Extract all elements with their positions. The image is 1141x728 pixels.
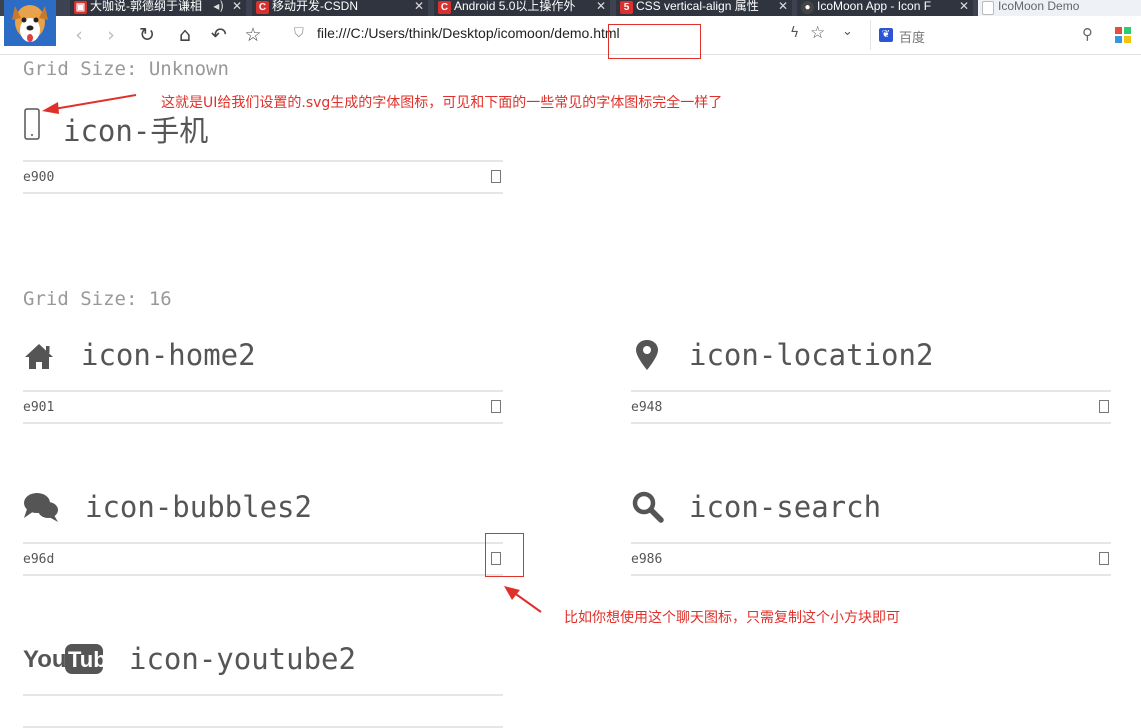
glyph-item: icon-home2 e901 — [23, 330, 503, 424]
dog-avatar-icon — [4, 0, 56, 46]
tab-android[interactable]: C Android 5.0以上操作外 ✕ — [434, 0, 610, 16]
glyph-code-row: e948 — [631, 390, 1111, 424]
lightning-icon[interactable]: ϟ — [790, 25, 799, 41]
refresh-button[interactable]: ↻ — [136, 24, 158, 46]
tab-icomoon-app[interactable]: ● IcoMoon App - Icon F ✕ — [797, 0, 973, 16]
shield-icon: ⛉ — [294, 26, 304, 41]
close-icon[interactable]: ✕ — [596, 0, 606, 13]
tab-dakashuo[interactable]: ▣ 大咖说-郭德纲于谦相 ◂) ✕ — [70, 0, 246, 16]
magnifier-icon — [631, 490, 665, 524]
glyph-item: icon-location2 e948 — [631, 330, 1111, 424]
annotation-arrow-icon — [504, 586, 542, 613]
glyph-code-row — [23, 694, 503, 728]
demo-content: Grid Size: Unknown icon-手机 e900 这就是UI给我们… — [0, 55, 1141, 728]
glyph-code-row: e96d — [23, 542, 503, 576]
csdn-icon: C — [438, 1, 451, 14]
location-pin-icon — [631, 338, 665, 372]
tab-css-vertical-align[interactable]: 5 CSS vertical-align 属性 ✕ — [616, 0, 792, 16]
avatar[interactable] — [4, 0, 56, 46]
glyph-code-row: e901 — [23, 390, 503, 424]
undo-button[interactable]: ↶ — [208, 24, 230, 46]
annotation-bottom: 比如你想使用这个聊天图标，只需复制这个小方块即可 — [564, 610, 900, 626]
glyph-item: You Tube icon-youtube2 — [23, 634, 503, 728]
bookmark-star-button[interactable]: ☆ — [242, 24, 264, 46]
grid-size-label: Grid Size: 16 — [23, 288, 172, 310]
glyph-item: icon-bubbles2 e96d — [23, 482, 503, 576]
search-icon[interactable]: ⚲ — [1082, 25, 1093, 43]
close-icon[interactable]: ✕ — [414, 0, 424, 13]
apps-grid-icon[interactable] — [1115, 27, 1131, 43]
youtube-logo-icon: You Tube — [23, 642, 119, 676]
svg-text:You: You — [23, 646, 67, 673]
close-icon[interactable]: ✕ — [959, 0, 969, 13]
copy-box-highlight — [485, 533, 524, 577]
w3-icon: 5 — [620, 1, 633, 14]
glyph-copy-box[interactable] — [1099, 552, 1109, 565]
glyph-code-row: e986 — [631, 542, 1111, 576]
page-icon — [982, 1, 994, 15]
tab-icomoon-demo[interactable]: IcoMoon Demo — [978, 0, 1141, 16]
close-icon[interactable]: ✕ — [232, 0, 242, 13]
address-bar[interactable]: ⛉ file:///C:/Users/think/Desktop/icomoon… — [290, 20, 838, 50]
csdn-icon: C — [256, 1, 269, 14]
chevron-down-icon[interactable]: ⌄ — [842, 24, 853, 39]
baidu-paw-icon: ❦ — [879, 28, 893, 42]
favorite-star-icon[interactable]: ☆ — [810, 23, 825, 43]
chat-bubbles-icon — [23, 490, 58, 524]
close-icon[interactable]: ✕ — [778, 0, 788, 13]
home-icon — [23, 338, 57, 372]
glyph-copy-box[interactable] — [1099, 400, 1109, 413]
tab-strip: ▣ 大咖说-郭德纲于谦相 ◂) ✕ C 移动开发-CSDN ✕ C Androi… — [0, 0, 1141, 16]
glyph-item: icon-search e986 — [631, 482, 1111, 576]
red-video-icon: ▣ — [74, 1, 87, 14]
forward-button[interactable]: › — [100, 24, 122, 46]
home-button[interactable]: ⌂ — [174, 24, 196, 46]
glyph-code-row: e900 — [23, 160, 503, 194]
speaker-icon: ◂) — [213, 0, 224, 13]
browser-toolbar: ‹ › ↻ ⌂ ↶ ☆ ⛉ file:///C:/Users/think/Des… — [0, 16, 1141, 59]
back-button[interactable]: ‹ — [68, 24, 90, 46]
tab-csdn[interactable]: C 移动开发-CSDN ✕ — [252, 0, 428, 16]
glyph-copy-box[interactable] — [491, 400, 501, 413]
svg-text:Tube: Tube — [68, 647, 105, 672]
annotation-arrow-icon — [42, 94, 137, 114]
glyph-copy-box[interactable] — [491, 170, 501, 183]
search-box[interactable]: ❦ 百度 ⚲ — [870, 20, 1101, 50]
grid-size-label: Grid Size: Unknown — [23, 58, 229, 80]
search-placeholder: 百度 — [899, 31, 926, 46]
icomoon-icon: ● — [801, 1, 814, 14]
url-highlight-box — [608, 24, 701, 59]
annotation-top: 这就是UI给我们设置的.svg生成的字体图标，可见和下面的一些常见的字体图标完全… — [161, 95, 723, 111]
address-url[interactable]: file:///C:/Users/think/Desktop/icomoon/d… — [317, 25, 620, 41]
